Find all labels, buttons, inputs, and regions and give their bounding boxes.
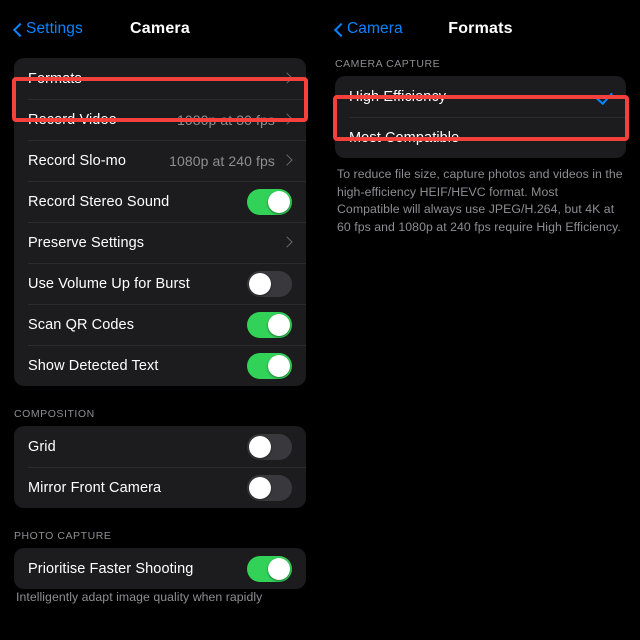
toggle-mirror-front-camera[interactable] [247,474,292,501]
toggle-knob [268,190,290,213]
row-label: Record Stereo Sound [28,193,170,210]
option-label: High Efficiency [349,88,447,105]
chevron-right-icon [283,115,292,124]
back-to-camera-button[interactable]: Camera [333,20,403,38]
back-button-label: Settings [26,20,83,37]
camera-settings-screen: Settings Camera Formats Record Video 108… [0,0,320,640]
row-preserve-settings[interactable]: Preserve Settings [14,222,306,263]
toggle-knob [249,435,271,458]
checkmark-icon [596,89,612,105]
row-label: Scan QR Codes [28,316,135,333]
option-high-efficiency[interactable]: High Efficiency [335,76,626,117]
toggle-knob [249,272,271,295]
formats-description: To reduce file size, capture photos and … [337,167,623,234]
toggle-knob [249,476,271,499]
formats-screen: Camera Formats CAMERA CAPTURE High Effic… [320,0,640,640]
section-header-camera-capture: CAMERA CAPTURE [335,58,441,70]
row-label: Record Video [28,111,117,128]
toggle-knob [268,354,290,377]
back-button-label: Camera [347,20,403,37]
left-navigation-bar: Settings Camera [0,0,320,58]
row-label: Show Detected Text [28,357,159,374]
photo-capture-group: Prioritise Faster Shooting [14,548,306,589]
chevron-right-icon [283,156,292,165]
toggle-show-detected-text[interactable] [247,352,292,379]
back-to-settings-button[interactable]: Settings [12,20,83,38]
toggle-knob [268,557,290,580]
camera-capture-group: High Efficiency Most Compatible [335,76,626,158]
row-prioritise-faster-shooting: Prioritise Faster Shooting [14,548,306,589]
row-mirror-front-camera: Mirror Front Camera [14,467,306,508]
row-record-stereo-sound: Record Stereo Sound [14,181,306,222]
option-most-compatible[interactable]: Most Compatible [335,117,626,158]
toggle-knob [268,313,290,336]
toggle-use-volume-up-for-burst[interactable] [247,270,292,297]
option-label: Most Compatible [349,129,460,146]
right-navigation-bar: Camera Formats [321,0,640,58]
row-grid: Grid [14,426,306,467]
clipped-footnote: Intelligently adapt image quality when r… [16,590,263,604]
section-header-composition: COMPOSITION [14,408,95,420]
chevron-left-icon [333,24,344,35]
row-record-slo-mo[interactable]: Record Slo-mo 1080p at 240 fps [14,140,306,181]
row-label: Mirror Front Camera [28,479,162,496]
row-label: Use Volume Up for Burst [28,275,190,292]
toggle-record-stereo-sound[interactable] [247,188,292,215]
row-formats[interactable]: Formats [14,58,306,99]
toggle-grid[interactable] [247,433,292,460]
row-value: 1080p at 30 fps [176,111,275,128]
row-show-detected-text: Show Detected Text [14,345,306,386]
section-header-photo-capture: PHOTO CAPTURE [14,530,112,542]
row-use-volume-up-for-burst: Use Volume Up for Burst [14,263,306,304]
row-label: Prioritise Faster Shooting [28,560,194,577]
row-record-video[interactable]: Record Video 1080p at 30 fps [14,99,306,140]
row-label: Preserve Settings [28,234,145,251]
row-label: Record Slo-mo [28,152,126,169]
chevron-right-icon [283,238,292,247]
toggle-scan-qr-codes[interactable] [247,311,292,338]
row-label: Grid [28,438,56,455]
toggle-prioritise-faster-shooting[interactable] [247,555,292,582]
composition-group: Grid Mirror Front Camera [14,426,306,508]
dual-screenshot-container: Settings Camera Formats Record Video 108… [0,0,640,640]
row-scan-qr-codes: Scan QR Codes [14,304,306,345]
chevron-right-icon [283,74,292,83]
row-label: Formats [28,70,82,87]
camera-main-group: Formats Record Video 1080p at 30 fps Rec… [14,58,306,386]
row-value: 1080p at 240 fps [169,152,275,169]
chevron-left-icon [12,24,23,35]
